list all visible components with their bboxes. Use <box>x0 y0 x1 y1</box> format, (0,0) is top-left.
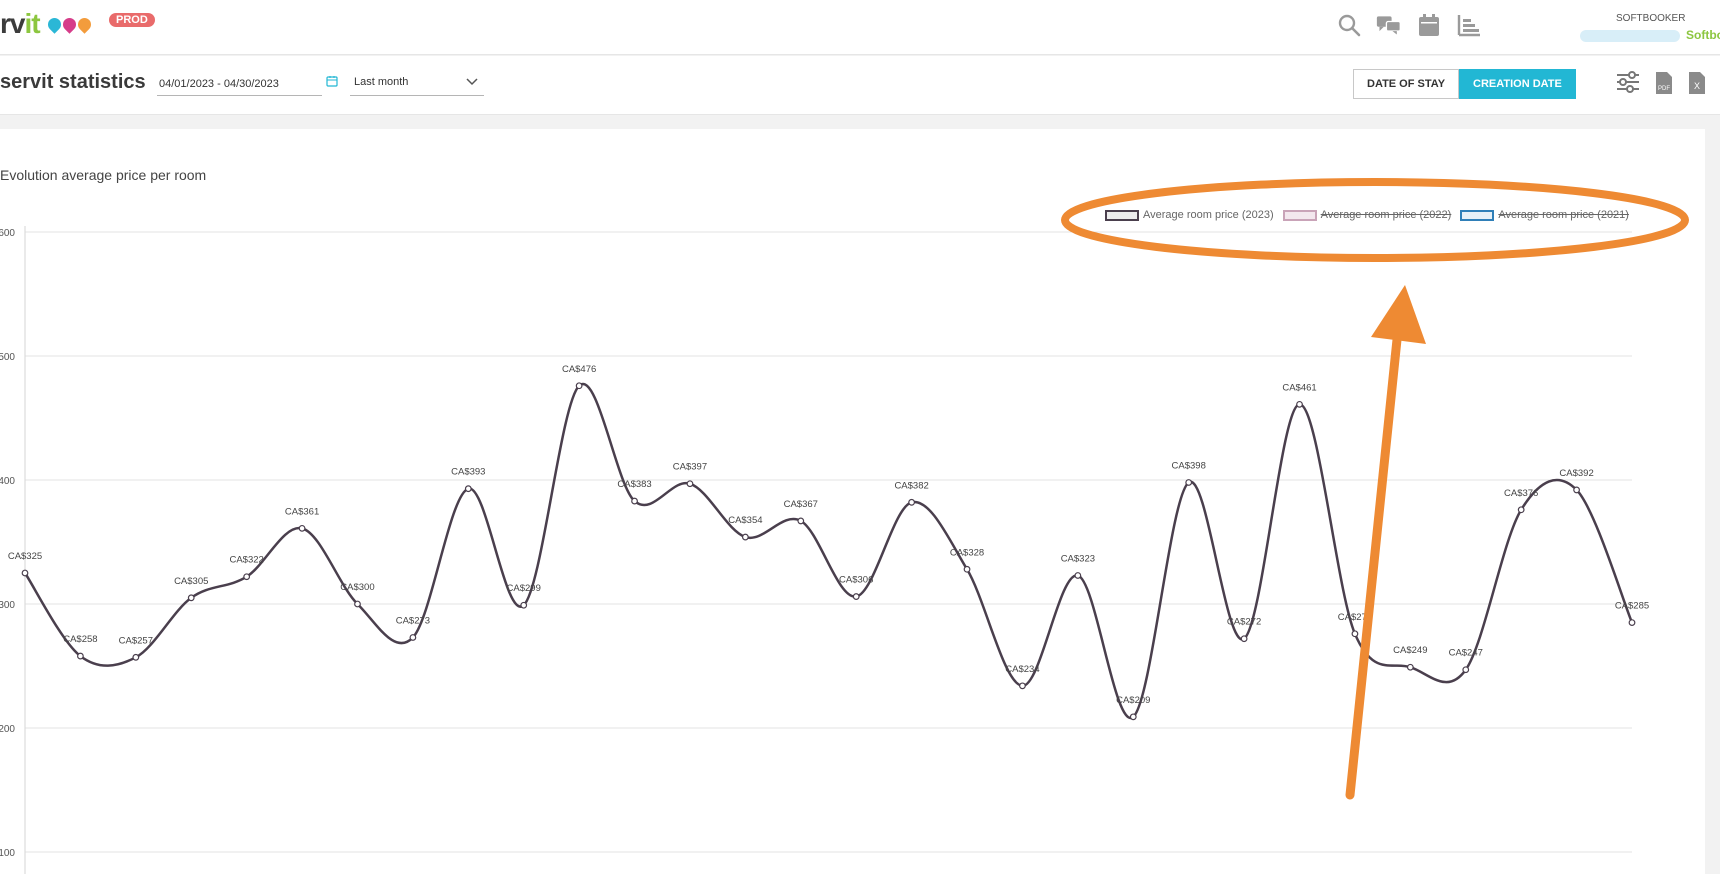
line-chart: 600 500 400 300 200 100 CA$325 CA$258 CA$257 CA$3… <box>0 226 1649 874</box>
data-label: CA$328 <box>950 547 984 558</box>
data-label: CA$461 <box>1282 382 1316 393</box>
data-point <box>1517 506 1525 514</box>
data-label: CA$257 <box>119 635 153 646</box>
data-label: CA$299 <box>507 583 541 594</box>
data-point <box>1573 486 1580 494</box>
data-label: CA$393 <box>451 467 485 478</box>
data-label: CA$322 <box>229 555 263 566</box>
data-point <box>409 634 417 641</box>
data-label: CA$209 <box>1116 695 1150 706</box>
data-point <box>1296 400 1303 408</box>
series-line-2023 <box>23 382 1634 720</box>
data-label: CA$272 <box>1227 617 1261 628</box>
data-label: CA$398 <box>1172 460 1206 471</box>
data-point <box>464 485 472 493</box>
data-point <box>1406 663 1414 671</box>
data-point <box>1019 682 1026 690</box>
data-point <box>1462 666 1470 674</box>
data-point <box>741 533 749 541</box>
y-tick-label: 200 <box>0 724 15 735</box>
y-tick-label: 100 <box>0 848 15 859</box>
data-label: CA$354 <box>728 515 762 526</box>
y-tick-label: 500 <box>0 352 15 363</box>
data-label: CA$325 <box>8 551 42 562</box>
data-point <box>132 653 140 661</box>
y-tick-label: 400 <box>0 476 15 487</box>
data-point <box>908 498 916 506</box>
data-label: CA$273 <box>396 615 430 626</box>
data-label: CA$300 <box>340 582 374 593</box>
data-point <box>77 652 84 660</box>
data-point <box>1074 572 1082 579</box>
data-point <box>963 565 971 573</box>
data-label: CA$397 <box>673 462 707 473</box>
data-point <box>520 601 528 609</box>
data-label: CA$383 <box>617 479 651 490</box>
data-point <box>1240 635 1248 643</box>
data-point <box>187 594 195 602</box>
data-point <box>298 524 306 532</box>
data-label: CA$247 <box>1449 648 1483 659</box>
data-point <box>1185 479 1193 486</box>
y-tick-label: 600 <box>0 228 15 239</box>
data-label: CA$376 <box>1504 488 1538 499</box>
data-point <box>852 593 860 600</box>
data-point <box>575 382 583 390</box>
data-label: CA$382 <box>894 480 928 491</box>
data-label: CA$276 <box>1338 612 1372 623</box>
data-point <box>797 517 805 525</box>
data-point <box>1129 713 1137 721</box>
data-label: CA$476 <box>562 364 596 375</box>
y-tick-label: 300 <box>0 600 15 611</box>
data-point <box>354 600 361 608</box>
data-label: CA$285 <box>1615 601 1649 612</box>
data-point <box>1628 619 1636 626</box>
data-label: CA$305 <box>174 576 208 587</box>
data-point <box>21 569 29 577</box>
data-label: CA$234 <box>1005 664 1039 675</box>
data-point <box>243 573 251 581</box>
data-label: CA$249 <box>1393 645 1427 656</box>
data-label: CA$361 <box>285 506 319 517</box>
data-point <box>631 497 638 505</box>
data-label: CA$306 <box>839 575 873 586</box>
data-point <box>686 480 694 488</box>
data-label: CA$258 <box>63 634 97 645</box>
data-label: CA$367 <box>784 499 818 510</box>
data-label: CA$392 <box>1559 468 1593 479</box>
data-point <box>1351 630 1359 638</box>
data-label: CA$323 <box>1061 553 1095 564</box>
